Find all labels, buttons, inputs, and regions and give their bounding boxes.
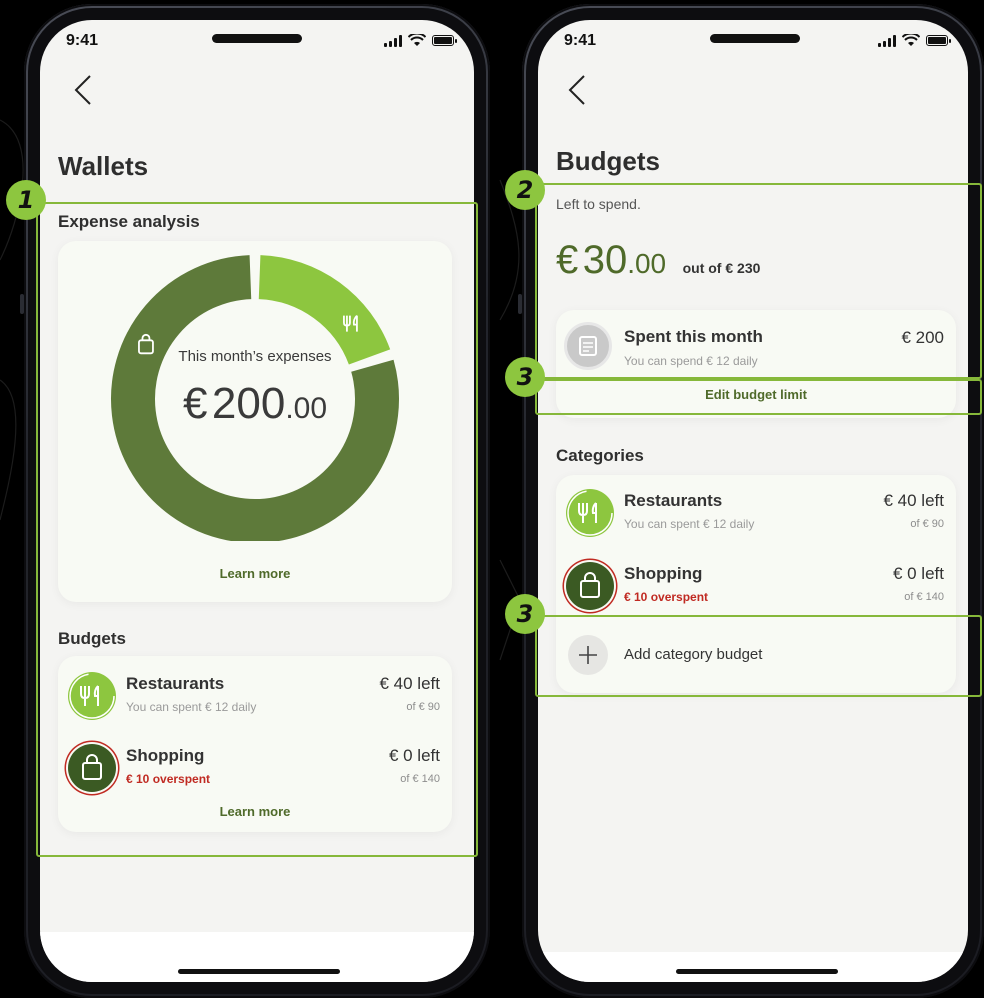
signal-icon bbox=[384, 34, 402, 47]
back-chevron-icon[interactable] bbox=[564, 72, 592, 108]
highlight-expense-area bbox=[36, 202, 478, 857]
category-name: Shopping bbox=[624, 564, 703, 583]
category-left: € 40 left bbox=[883, 491, 945, 510]
wifi-icon bbox=[902, 34, 920, 46]
annotation-badge-3b: 3 bbox=[505, 594, 545, 634]
signal-icon bbox=[878, 34, 896, 47]
highlight-edit-limit bbox=[535, 379, 982, 415]
annotation-badge-2: 2 bbox=[505, 170, 545, 210]
shopping-bag-icon bbox=[566, 562, 614, 610]
category-sub: You can spent € 12 daily bbox=[624, 517, 755, 531]
annotation-badge-1: 1 bbox=[6, 180, 46, 220]
home-indicator[interactable] bbox=[178, 969, 340, 974]
status-time: 9:41 bbox=[66, 32, 99, 49]
highlight-left-to-spend bbox=[535, 183, 982, 379]
category-of: of € 140 bbox=[904, 591, 944, 603]
category-of: of € 90 bbox=[910, 518, 944, 530]
category-sub-overspent: € 10 overspent bbox=[624, 590, 709, 604]
status-bar: 9:41 bbox=[40, 20, 474, 68]
home-indicator[interactable] bbox=[676, 969, 838, 974]
battery-icon bbox=[926, 35, 951, 46]
battery-icon bbox=[432, 35, 457, 46]
categories-title: Categories bbox=[556, 446, 644, 465]
speaker-notch bbox=[212, 34, 302, 43]
side-button bbox=[518, 294, 522, 314]
category-name: Restaurants bbox=[624, 491, 723, 510]
back-chevron-icon[interactable] bbox=[70, 72, 98, 108]
status-icons bbox=[878, 34, 951, 47]
page-title: Budgets bbox=[556, 146, 660, 176]
side-button bbox=[20, 294, 24, 314]
status-time: 9:41 bbox=[564, 32, 597, 49]
highlight-add-category bbox=[535, 615, 982, 697]
category-left: € 0 left bbox=[892, 564, 944, 583]
phone-budgets: 9:41 Budgets Left to spend. € 30.00 out … bbox=[518, 4, 984, 998]
budgets-screen: 9:41 Budgets Left to spend. € 30.00 out … bbox=[538, 20, 968, 982]
bottom-bar bbox=[40, 932, 474, 982]
category-row-shopping[interactable]: Shopping € 10 overspent € 0 left of € 14… bbox=[566, 560, 944, 618]
speaker-notch bbox=[710, 34, 800, 43]
status-bar: 9:41 bbox=[538, 20, 968, 68]
page-title: Wallets bbox=[58, 151, 149, 181]
fork-knife-icon bbox=[566, 489, 614, 537]
bottom-bar bbox=[538, 952, 968, 982]
status-icons bbox=[384, 34, 457, 47]
annotation-badge-3a: 3 bbox=[505, 357, 545, 397]
wifi-icon bbox=[408, 34, 426, 46]
category-row-restaurants[interactable]: Restaurants You can spent € 12 daily € 4… bbox=[566, 487, 944, 545]
